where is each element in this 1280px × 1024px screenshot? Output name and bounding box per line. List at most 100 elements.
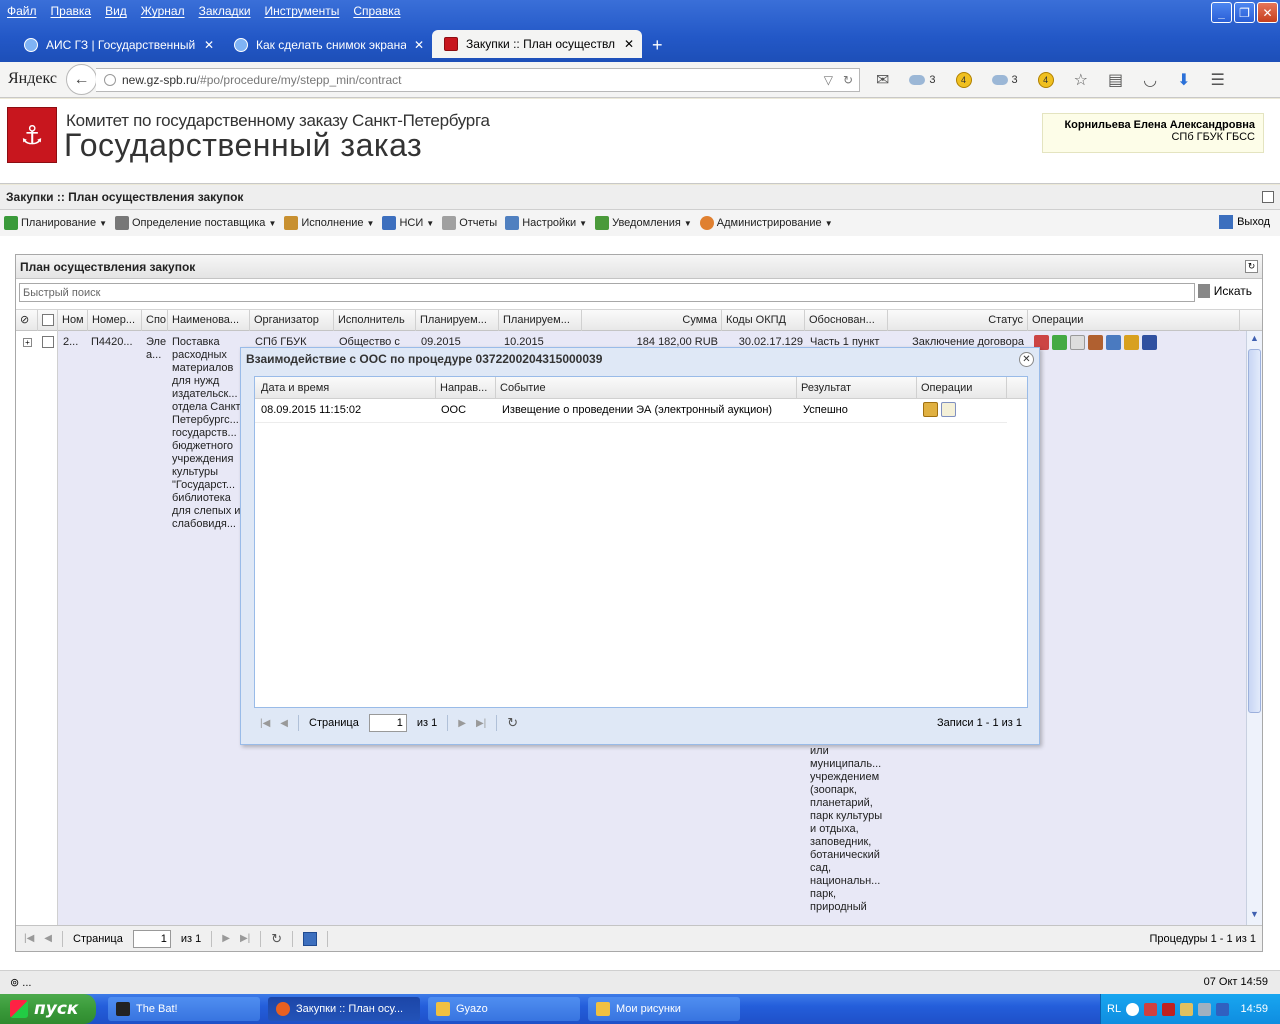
col-okpd[interactable]: Коды ОКПД: [722, 310, 805, 331]
first-page-icon[interactable]: |◀: [260, 718, 270, 729]
col-sum[interactable]: Сумма: [582, 310, 722, 331]
last-page-icon[interactable]: ▶|: [240, 933, 250, 944]
refresh-icon[interactable]: ↻: [507, 715, 518, 731]
col-event[interactable]: Событие: [496, 377, 797, 399]
close-tab-icon[interactable]: ✕: [204, 38, 214, 52]
tray-volume-icon[interactable]: [1216, 1002, 1230, 1016]
tab-ais-gz[interactable]: АИС ГЗ | Государственный ... ✕: [12, 32, 222, 58]
close-tab-icon[interactable]: ✕: [624, 37, 634, 51]
tab-screenshot-help[interactable]: Как сделать снимок экрана ... ✕: [222, 32, 432, 58]
prev-page-icon[interactable]: ◀: [280, 718, 288, 729]
new-tab-icon[interactable]: +: [652, 32, 663, 58]
tray-antivirus-icon[interactable]: [1144, 1002, 1158, 1016]
next-page-icon[interactable]: ▶: [222, 933, 230, 944]
scroll-thumb[interactable]: [1248, 349, 1261, 713]
page-input[interactable]: [132, 929, 171, 948]
weather-icon-2[interactable]: 3: [991, 74, 1018, 86]
close-dialog-button[interactable]: ✕: [1019, 352, 1034, 367]
row-checkbox[interactable]: [42, 336, 54, 348]
url-bar[interactable]: new.gz-spb.ru/#po/procedure/my/stepp_min…: [96, 68, 860, 92]
quick-search-input[interactable]: [19, 283, 1195, 302]
menu-settings[interactable]: Настройки ▼: [505, 216, 587, 230]
start-button[interactable]: пуск: [0, 994, 96, 1024]
menu-view[interactable]: Вид: [105, 0, 127, 22]
col-organizer[interactable]: Организатор: [250, 310, 334, 331]
document-icon[interactable]: [1070, 335, 1085, 350]
collapse-icon[interactable]: [1262, 191, 1274, 203]
col-name[interactable]: Наименова...: [168, 310, 250, 331]
tab-zakupki[interactable]: Закупки :: План осуществл... ✕: [432, 30, 642, 58]
refresh-icon[interactable]: ↻: [271, 931, 282, 947]
coin-icon-2[interactable]: 4: [1037, 72, 1054, 88]
reload-icon[interactable]: ↻: [843, 73, 853, 87]
menu-bookmarks[interactable]: Закладки: [199, 0, 251, 22]
language-indicator[interactable]: RL: [1107, 1003, 1121, 1015]
package-icon[interactable]: [923, 402, 938, 417]
scroll-icon[interactable]: [1124, 335, 1139, 350]
menu-help[interactable]: Справка: [353, 0, 400, 22]
scroll-down-icon[interactable]: ▼: [1248, 909, 1261, 923]
tray-flag-icon[interactable]: [1162, 1002, 1176, 1016]
coin-icon[interactable]: 4: [955, 72, 972, 88]
menu-file[interactable]: Файл: [7, 0, 37, 22]
menu-nsi[interactable]: НСИ ▼: [382, 216, 434, 230]
col-datetime[interactable]: Дата и время: [255, 377, 436, 399]
download-icon[interactable]: ⬇: [1177, 70, 1190, 90]
books-icon[interactable]: [1142, 335, 1157, 350]
col-method[interactable]: Спо: [142, 310, 168, 331]
mail-icon[interactable]: ✉: [876, 70, 889, 90]
weather-icon[interactable]: 3: [909, 74, 936, 86]
task-gyazo[interactable]: Gyazo: [428, 997, 580, 1021]
save-icon[interactable]: [303, 931, 318, 946]
grid-scrollbar[interactable]: ▲ ▼: [1246, 331, 1262, 925]
page-input[interactable]: [368, 714, 407, 732]
settings-icon[interactable]: [1052, 335, 1067, 350]
dropdown-icon[interactable]: ▽: [824, 73, 833, 87]
col-num[interactable]: Ном: [58, 310, 88, 331]
tray-device-icon[interactable]: [1198, 1002, 1212, 1016]
maximize-button[interactable]: ❐: [1234, 2, 1255, 23]
scroll-up-icon[interactable]: ▲: [1248, 333, 1261, 347]
col-plan-start[interactable]: Планируем...: [416, 310, 499, 331]
first-page-icon[interactable]: |◀: [24, 933, 34, 944]
next-page-icon[interactable]: ▶: [458, 718, 466, 729]
tray-arrow-icon[interactable]: [1126, 1002, 1140, 1016]
filter-clear-icon[interactable]: ⊘: [16, 310, 38, 331]
select-all-column[interactable]: [38, 310, 58, 331]
hamburger-menu-icon[interactable]: ☰: [1211, 70, 1225, 90]
task-firefox[interactable]: Закупки :: План осу...: [268, 997, 420, 1021]
bookmark-star-icon[interactable]: ☆: [1074, 70, 1088, 90]
col-number[interactable]: Номер...: [88, 310, 142, 331]
minimize-button[interactable]: _: [1211, 2, 1232, 23]
menu-reports[interactable]: Отчеты: [442, 216, 497, 230]
back-button[interactable]: ←: [66, 64, 97, 95]
col-result[interactable]: Результат: [797, 377, 917, 399]
menu-history[interactable]: Журнал: [141, 0, 185, 22]
prev-page-icon[interactable]: ◀: [44, 933, 52, 944]
edit-document-icon[interactable]: [941, 402, 956, 417]
last-page-icon[interactable]: ▶|: [476, 718, 486, 729]
task-my-pictures[interactable]: Мои рисунки: [588, 997, 740, 1021]
close-tab-icon[interactable]: ✕: [414, 38, 424, 52]
col-status[interactable]: Статус: [888, 310, 1028, 331]
yandex-logo[interactable]: Яндекс: [8, 70, 57, 88]
calculator-icon[interactable]: [1106, 335, 1121, 350]
search-button[interactable]: Искать: [1197, 284, 1252, 298]
col-executor[interactable]: Исполнитель: [334, 310, 416, 331]
emblem-icon[interactable]: [1088, 335, 1103, 350]
table-row[interactable]: 08.09.2015 11:15:02 ООС Извещение о пров…: [255, 399, 1007, 423]
close-window-button[interactable]: ✕: [1257, 2, 1278, 23]
menu-edit[interactable]: Правка: [51, 0, 92, 22]
menu-supplier[interactable]: Определение поставщика ▼: [115, 216, 276, 230]
menu-admin[interactable]: Администрирование ▼: [699, 216, 833, 230]
refresh-icon[interactable]: ↻: [1245, 260, 1258, 273]
tray-network-icon[interactable]: [1180, 1002, 1194, 1016]
col-plan-end[interactable]: Планируем...: [499, 310, 582, 331]
pocket-icon[interactable]: ◡: [1143, 70, 1157, 90]
task-the-bat[interactable]: The Bat!: [108, 997, 260, 1021]
menu-planning[interactable]: Планирование ▼: [4, 216, 107, 230]
menu-tools[interactable]: Инструменты: [265, 0, 340, 22]
col-basis[interactable]: Обоснован...: [805, 310, 888, 331]
logout-button[interactable]: Выход: [1219, 215, 1270, 229]
reading-list-icon[interactable]: ▤: [1108, 70, 1123, 90]
